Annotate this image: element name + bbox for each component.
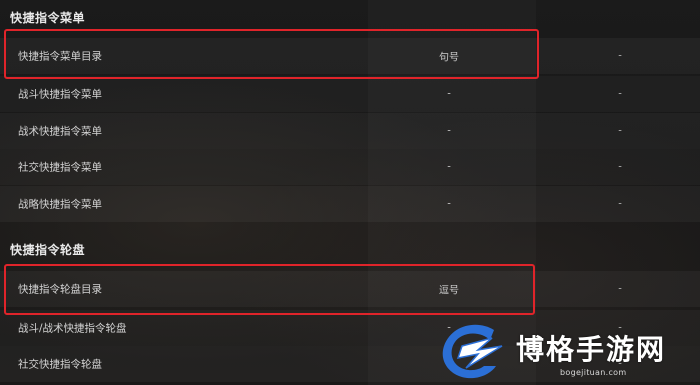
row-strategic-quick-command-menu[interactable]: 战略快捷指令菜单 - - bbox=[0, 186, 700, 222]
row-keybind-secondary[interactable]: - bbox=[540, 51, 700, 62]
settings-page: 快捷指令菜单 快捷指令菜单目录 句号 - 战斗快捷指令菜单 - - 战术快捷指令… bbox=[0, 0, 700, 385]
row-quick-command-menu-directory[interactable]: 快捷指令菜单目录 句号 - bbox=[0, 38, 700, 74]
watermark-text: 博格手游网 bbox=[516, 333, 667, 366]
row-label: 社交快捷指令轮盘 bbox=[18, 358, 102, 371]
row-label: 战术快捷指令菜单 bbox=[18, 125, 102, 138]
row-tactical-quick-command-menu[interactable]: 战术快捷指令菜单 - - bbox=[0, 113, 700, 149]
lightning-c-logo-icon bbox=[442, 324, 503, 379]
row-keybind-primary[interactable]: - bbox=[368, 126, 530, 137]
row-keybind-primary[interactable]: 逗号 bbox=[368, 282, 530, 297]
row-keybind-secondary[interactable]: - bbox=[540, 199, 700, 210]
row-label: 快捷指令轮盘目录 bbox=[18, 283, 102, 296]
watermark: 博格手游网 bogejituan.com bbox=[432, 316, 700, 385]
row-label: 社交快捷指令菜单 bbox=[18, 161, 102, 174]
row-label: 快捷指令菜单目录 bbox=[18, 50, 102, 63]
row-social-quick-command-menu[interactable]: 社交快捷指令菜单 - - bbox=[0, 149, 700, 185]
row-keybind-primary[interactable]: - bbox=[368, 89, 530, 100]
row-label: 战略快捷指令菜单 bbox=[18, 198, 102, 211]
row-label: 战斗/战术快捷指令轮盘 bbox=[18, 322, 127, 335]
watermark-url: bogejituan.com bbox=[560, 368, 627, 377]
row-combat-quick-command-menu[interactable]: 战斗快捷指令菜单 - - bbox=[0, 76, 700, 112]
row-keybind-secondary[interactable]: - bbox=[540, 162, 700, 173]
row-keybind-primary[interactable]: 句号 bbox=[368, 49, 530, 64]
row-keybind-secondary[interactable]: - bbox=[540, 126, 700, 137]
row-quick-command-wheel-directory[interactable]: 快捷指令轮盘目录 逗号 - bbox=[0, 271, 700, 307]
section-title-quick-command-wheel: 快捷指令轮盘 bbox=[10, 243, 86, 257]
section-title-quick-command-menu: 快捷指令菜单 bbox=[10, 11, 86, 25]
row-keybind-primary[interactable]: - bbox=[368, 199, 530, 210]
row-label: 战斗快捷指令菜单 bbox=[18, 88, 102, 101]
row-keybind-primary[interactable]: - bbox=[368, 162, 530, 173]
row-keybind-secondary[interactable]: - bbox=[540, 284, 700, 295]
row-keybind-secondary[interactable]: - bbox=[540, 89, 700, 100]
